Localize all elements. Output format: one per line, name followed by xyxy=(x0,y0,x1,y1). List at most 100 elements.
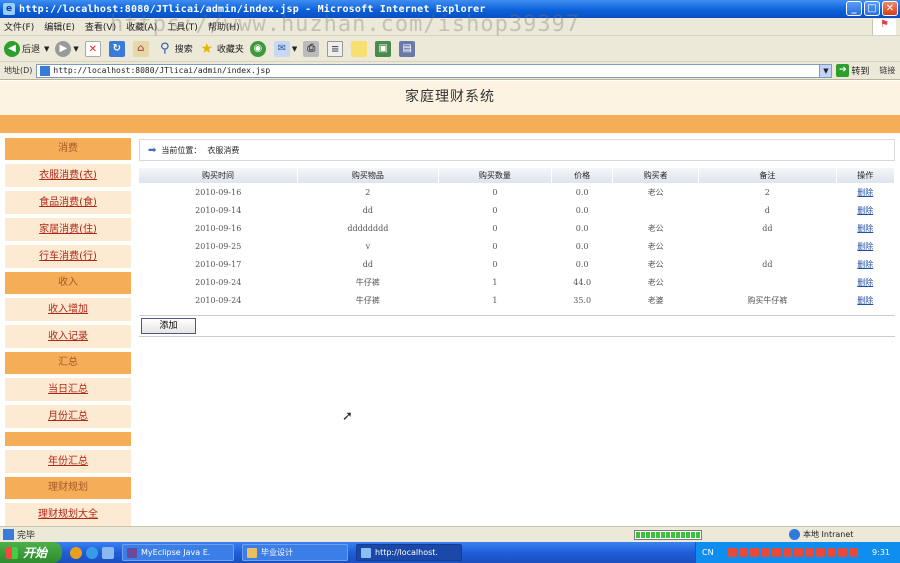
table-cell: d xyxy=(764,205,770,215)
discuss-button[interactable] xyxy=(351,40,369,57)
menu-favorites[interactable]: 收藏(A) xyxy=(126,20,157,33)
task-folder[interactable]: 毕业设计 xyxy=(242,544,348,561)
task-browser[interactable]: http://localhost. xyxy=(356,544,462,561)
favorites-label: 收藏夹 xyxy=(216,45,244,55)
edit-button[interactable]: ≡ xyxy=(327,40,345,57)
links-button[interactable]: 链接 xyxy=(879,65,895,76)
mail-button[interactable]: ✉ ▼ xyxy=(273,40,297,57)
tray-icon[interactable] xyxy=(804,548,814,557)
sidebar-item[interactable]: 行车消费(行) xyxy=(5,245,131,268)
home-button[interactable]: ⌂ xyxy=(132,40,151,57)
sidebar-item[interactable]: 收入增加 xyxy=(5,298,131,321)
delete-link[interactable]: 删除 xyxy=(857,260,873,269)
tray-icon[interactable] xyxy=(749,548,759,557)
progress-bar xyxy=(634,530,702,540)
menu-edit[interactable]: 编辑(E) xyxy=(44,20,75,33)
minimize-button[interactable]: _ xyxy=(846,1,862,16)
tray-icon[interactable] xyxy=(727,548,737,557)
ie-icon: e xyxy=(3,3,15,15)
go-label: 转到 xyxy=(851,67,870,77)
print-icon: ⎙ xyxy=(303,40,320,57)
search-button[interactable]: ⚲ 搜索 xyxy=(157,41,193,57)
back-button[interactable]: ◀ 后退 ▼ xyxy=(4,40,49,57)
menu-tools[interactable]: 工具(T) xyxy=(167,20,198,33)
sidebar-item[interactable]: 食品消费(食) xyxy=(5,191,131,214)
sidebar-item[interactable]: 衣服消费(衣) xyxy=(5,164,131,187)
ie-icon[interactable] xyxy=(86,546,98,559)
go-button[interactable]: ➔ 转到 xyxy=(836,64,869,77)
tray-icon[interactable] xyxy=(826,548,836,557)
sidebar-item[interactable]: 收入记录 xyxy=(5,325,131,348)
table-cell xyxy=(613,201,699,219)
edit-icon: ≡ xyxy=(327,40,344,57)
refresh-button[interactable]: ↻ xyxy=(108,40,127,57)
add-button[interactable]: 添加 xyxy=(141,318,196,334)
image-button[interactable]: ▣ xyxy=(375,40,393,57)
media-button[interactable]: ◉ xyxy=(249,40,268,57)
language-indicator[interactable]: CN xyxy=(702,548,714,557)
column-header: 购买时间 xyxy=(139,168,298,183)
security-zone[interactable]: 本地 Intranet xyxy=(789,529,853,540)
header-band xyxy=(0,115,900,133)
action-cell: 删除 xyxy=(836,183,894,201)
tray-icon[interactable] xyxy=(782,548,792,557)
sidebar-item[interactable]: 月份汇总 xyxy=(5,405,131,428)
tray-icon[interactable] xyxy=(837,548,847,557)
close-button[interactable]: ✕ xyxy=(882,1,898,16)
delete-link[interactable]: 删除 xyxy=(857,278,873,287)
task-label: MyEclipse Java E. xyxy=(141,548,211,557)
sidebar-item[interactable]: 当日汇总 xyxy=(5,378,131,401)
delete-link[interactable]: 删除 xyxy=(857,296,873,305)
tray-icon[interactable] xyxy=(815,548,825,557)
delete-link[interactable]: 删除 xyxy=(857,242,873,251)
table-cell xyxy=(699,273,836,291)
column-header: 价格 xyxy=(551,168,614,183)
tray-icon[interactable] xyxy=(738,548,748,557)
menu-bar: 文件(F) 编辑(E) 查看(V) 收藏(A) 工具(T) 帮助(H) ⚑ xyxy=(0,18,900,36)
column-header: 购买者 xyxy=(612,168,700,183)
chevron-down-icon[interactable]: ▼ xyxy=(73,45,78,53)
forward-button[interactable]: ▶ ▼ xyxy=(55,40,79,57)
menu-help[interactable]: 帮助(H) xyxy=(208,20,240,33)
sidebar-item[interactable]: 年份汇总 xyxy=(5,450,131,473)
add-bar: 添加 xyxy=(139,315,895,337)
table-cell: 0 xyxy=(492,187,498,197)
address-bar: 地址(D) http://localhost:8080/JTlicai/admi… xyxy=(0,62,900,80)
task-myeclipse[interactable]: MyEclipse Java E. xyxy=(122,544,234,561)
menu-view[interactable]: 查看(V) xyxy=(85,20,116,33)
sidebar-item[interactable]: 家居消费(住) xyxy=(5,218,131,241)
research-button[interactable]: ▤ xyxy=(399,40,417,57)
print-button[interactable]: ⎙ xyxy=(303,40,321,57)
firefox-icon[interactable] xyxy=(70,546,82,559)
address-input[interactable]: http://localhost:8080/JTlicai/admin/inde… xyxy=(36,63,833,78)
table-cell: 0.0 xyxy=(575,241,589,251)
chevron-down-icon[interactable]: ▼ xyxy=(292,45,297,53)
menu-file[interactable]: 文件(F) xyxy=(4,20,34,33)
table-cell: 2010-09-17 xyxy=(195,259,242,269)
chevron-down-icon[interactable]: ▼ xyxy=(819,64,832,77)
favorites-button[interactable]: ★ 收藏夹 xyxy=(199,41,244,57)
delete-link[interactable]: 删除 xyxy=(857,224,873,233)
delete-link[interactable]: 删除 xyxy=(857,188,873,197)
stop-button[interactable]: ✕ xyxy=(84,40,103,57)
window-title: http://localhost:8080/JTlicai/admin/inde… xyxy=(19,3,486,15)
table-cell: 2010-09-24 xyxy=(195,295,242,305)
toolbar: ◀ 后退 ▼ ▶ ▼ ✕ ↻ ⌂ ⚲ 搜索 ★ 收藏夹 ◉ ✉ ▼ ⎙ ≡ ▣ ▤ xyxy=(0,36,900,62)
chevron-down-icon[interactable]: ▼ xyxy=(44,45,49,53)
go-arrow-icon: ➔ xyxy=(836,64,850,77)
desktop-icon[interactable] xyxy=(102,546,114,559)
table-cell: 0 xyxy=(492,259,498,269)
tray-icon[interactable] xyxy=(793,548,803,557)
back-arrow-icon: ◀ xyxy=(4,40,20,57)
research-icon: ▤ xyxy=(399,40,416,57)
tray-icon[interactable] xyxy=(760,548,770,557)
tray-icon[interactable] xyxy=(848,548,858,557)
start-button[interactable]: 开始 xyxy=(0,542,62,563)
maximize-button[interactable]: □ xyxy=(864,1,880,16)
table-cell: 2010-09-16 xyxy=(195,187,242,197)
table-cell: dd xyxy=(762,223,773,233)
action-cell: 删除 xyxy=(836,273,894,291)
sidebar-item[interactable]: 理财规划大全 xyxy=(5,503,131,526)
delete-link[interactable]: 删除 xyxy=(857,206,873,215)
tray-icon[interactable] xyxy=(771,548,781,557)
